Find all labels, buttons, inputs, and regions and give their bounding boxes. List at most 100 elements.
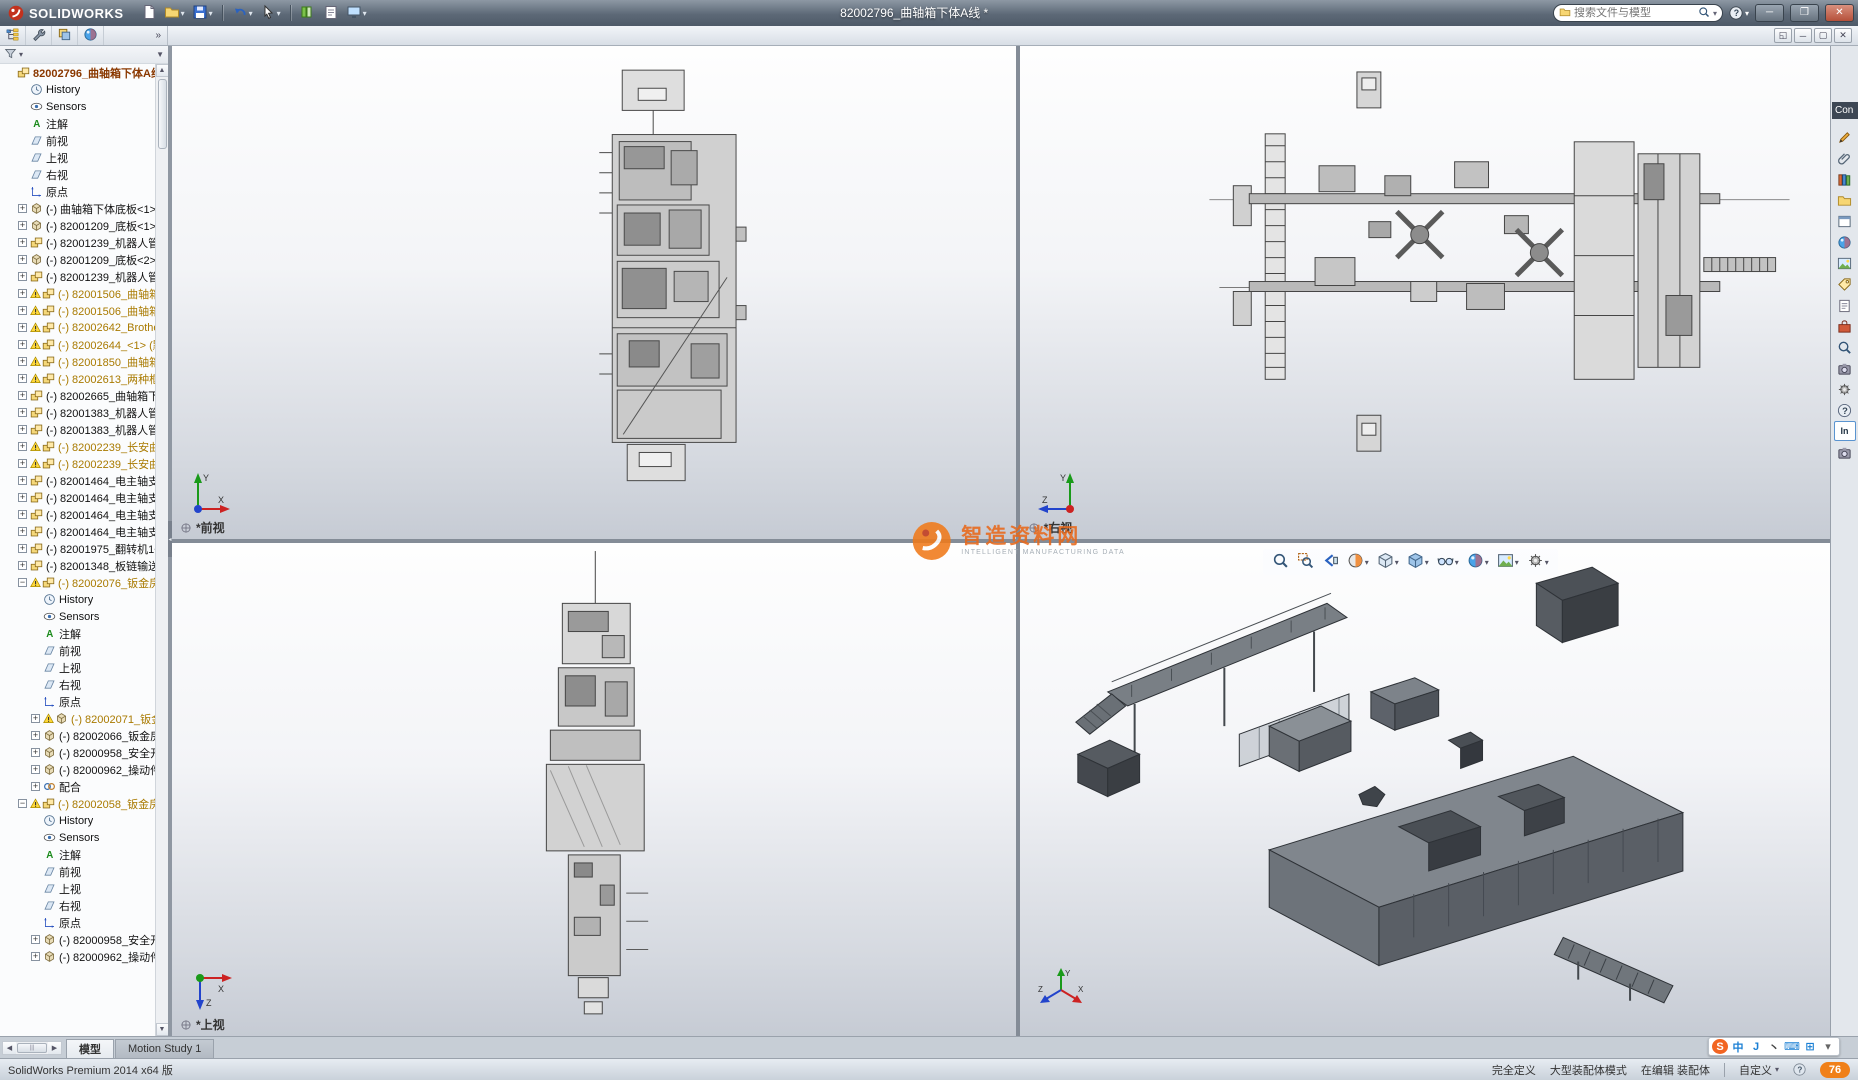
- featuremanager-tab[interactable]: [0, 26, 26, 45]
- expand-box[interactable]: +: [18, 561, 27, 570]
- display-settings-button[interactable]: ▾: [343, 2, 370, 25]
- edit-component-button[interactable]: [297, 2, 319, 25]
- search-box[interactable]: ▾: [1552, 4, 1723, 22]
- expand-box[interactable]: +: [18, 272, 27, 281]
- doc-close-icon[interactable]: ✕: [1834, 28, 1852, 43]
- tree-item[interactable]: + (-) 82001506_曲轴箱双: [0, 285, 155, 302]
- status-customize-button[interactable]: 自定义 ▾: [1739, 1062, 1779, 1078]
- tree-item[interactable]: + (-) 82001348_板链输送机: [0, 557, 155, 574]
- tree-item[interactable]: 右视: [0, 897, 155, 914]
- tree-item[interactable]: + (-) 82002239_长安曲轴: [0, 455, 155, 472]
- status-badge[interactable]: 76: [1820, 1061, 1850, 1078]
- scroll-up-icon[interactable]: ▲: [155, 64, 169, 77]
- status-help-icon[interactable]: ?: [1793, 1063, 1806, 1076]
- tree-item[interactable]: + (-) 82001383_机器人管线: [0, 421, 155, 438]
- tree-item[interactable]: History: [0, 591, 155, 608]
- tree-item[interactable]: − (-) 82002076_钣金房组: [0, 574, 155, 591]
- expand-box[interactable]: +: [18, 374, 27, 383]
- previous-view-button[interactable]: [1321, 551, 1340, 573]
- tree-item[interactable]: 右视: [0, 676, 155, 693]
- restore-button[interactable]: ❐: [1790, 4, 1819, 22]
- tree-item[interactable]: A 注解: [0, 115, 155, 132]
- expand-box[interactable]: +: [31, 731, 40, 740]
- scroll-left-icon[interactable]: ◀: [3, 1042, 16, 1054]
- ime-item[interactable]: J: [1748, 1039, 1764, 1054]
- expand-box[interactable]: +: [18, 442, 27, 451]
- task-pane-header[interactable]: Con: [1832, 102, 1858, 119]
- doc-minimize-icon[interactable]: ─: [1794, 28, 1812, 43]
- tree-item[interactable]: + (-) 82001209_底板<2> (默: [0, 251, 155, 268]
- ime-item[interactable]: ⌨: [1784, 1039, 1800, 1054]
- tree-item[interactable]: + (-) 82001464_电主轴支架: [0, 506, 155, 523]
- expand-box[interactable]: +: [31, 714, 40, 723]
- tree-item[interactable]: Sensors: [0, 608, 155, 625]
- minimize-button[interactable]: ─: [1755, 4, 1784, 22]
- collapse-box[interactable]: −: [18, 578, 27, 587]
- tabs-overflow-button[interactable]: »: [149, 30, 167, 41]
- expand-box[interactable]: +: [18, 306, 27, 315]
- tree-item[interactable]: + (-) 82002239_长安曲轴: [0, 438, 155, 455]
- expand-box[interactable]: +: [31, 782, 40, 791]
- task-pane-note-icon[interactable]: [1834, 127, 1856, 147]
- scroll-right-icon[interactable]: ▶: [48, 1042, 61, 1054]
- expand-box[interactable]: +: [18, 476, 27, 485]
- save-document-button[interactable]: ▾: [189, 2, 216, 25]
- expand-box[interactable]: +: [31, 952, 40, 961]
- tree-item[interactable]: + (-) 82002613_两种框架: [0, 370, 155, 387]
- scroll-down-icon[interactable]: ▼: [155, 1023, 169, 1036]
- tab-model[interactable]: 模型: [66, 1039, 114, 1058]
- expand-box[interactable]: +: [18, 204, 27, 213]
- collapse-box[interactable]: −: [18, 799, 27, 808]
- tree-item[interactable]: + (-) 82001464_电主轴支架: [0, 472, 155, 489]
- tree-item[interactable]: + (-) 82001239_机器人管线: [0, 268, 155, 285]
- view-settings-button[interactable]: ▾: [1526, 551, 1550, 573]
- tree-item[interactable]: + (-) 82001209_底板<1> (默: [0, 217, 155, 234]
- tree-item[interactable]: + (-) 82001383_机器人管线: [0, 404, 155, 421]
- tree-item[interactable]: History: [0, 812, 155, 829]
- tree-item[interactable]: + (-) 82001239_机器人管线: [0, 234, 155, 251]
- tree-item[interactable]: + (-) 82002642_Brother: [0, 319, 155, 336]
- expand-box[interactable]: +: [18, 459, 27, 468]
- filter-chevron-icon[interactable]: ▾: [19, 50, 23, 59]
- expand-box[interactable]: +: [18, 391, 27, 400]
- select-button[interactable]: ▾: [257, 2, 284, 25]
- tree-item[interactable]: + (-) 曲轴箱下体底板<1> (默: [0, 200, 155, 217]
- tree-item[interactable]: History: [0, 81, 155, 98]
- tree-item[interactable]: Sensors: [0, 98, 155, 115]
- ime-item[interactable]: ▾: [1820, 1039, 1836, 1054]
- scrollbar-thumb[interactable]: |||: [17, 1043, 47, 1053]
- search-input[interactable]: [1573, 7, 1695, 19]
- tree-item[interactable]: + (-) 82002644_<1> (默认: [0, 336, 155, 353]
- tree-item[interactable]: + (-) 82002066_钣金房: [0, 727, 155, 744]
- close-button[interactable]: ✕: [1825, 4, 1854, 22]
- undo-button[interactable]: ▾: [229, 2, 256, 25]
- help-button[interactable]: ? ▾: [1729, 6, 1749, 20]
- task-pane-design-library-icon[interactable]: [1834, 169, 1856, 189]
- properties-button[interactable]: [320, 2, 342, 25]
- viewport-top[interactable]: XZ *上视: [172, 543, 1016, 1036]
- tree-item[interactable]: A 注解: [0, 625, 155, 642]
- viewport-isometric[interactable]: ▾ ▾ ▾ ▾ ▾ ▾ ▾ YX Z: [1019, 543, 1830, 1036]
- tree-item[interactable]: 原点: [0, 183, 155, 200]
- configurationmanager-tab[interactable]: [52, 26, 78, 45]
- expand-box[interactable]: +: [18, 289, 27, 298]
- tree-item[interactable]: 前视: [0, 132, 155, 149]
- task-pane-document-recovery-icon[interactable]: [1834, 358, 1856, 378]
- ime-item[interactable]: ⊞: [1802, 1039, 1818, 1054]
- tree-item[interactable]: + (-) 82001506_曲轴箱双: [0, 302, 155, 319]
- tree-item[interactable]: + (-) 82001975_翻转机1<1: [0, 540, 155, 557]
- tree-item[interactable]: + (-) 82001464_电主轴支架: [0, 523, 155, 540]
- task-pane-help-icon[interactable]: ?: [1834, 400, 1856, 420]
- expand-box[interactable]: +: [31, 748, 40, 757]
- task-pane-toolbox-icon[interactable]: [1834, 316, 1856, 336]
- ime-item[interactable]: 中: [1730, 1039, 1746, 1054]
- zoom-fit-button[interactable]: [1271, 551, 1290, 573]
- expand-box[interactable]: +: [18, 408, 27, 417]
- task-pane-view-palette-icon[interactable]: [1834, 211, 1856, 231]
- tree-item[interactable]: 上视: [0, 659, 155, 676]
- tree-item[interactable]: + (-) 82000958_安全开关: [0, 931, 155, 948]
- tree-item[interactable]: 前视: [0, 863, 155, 880]
- tree-item[interactable]: 原点: [0, 693, 155, 710]
- tree-item[interactable]: 前视: [0, 642, 155, 659]
- tree-item[interactable]: 右视: [0, 166, 155, 183]
